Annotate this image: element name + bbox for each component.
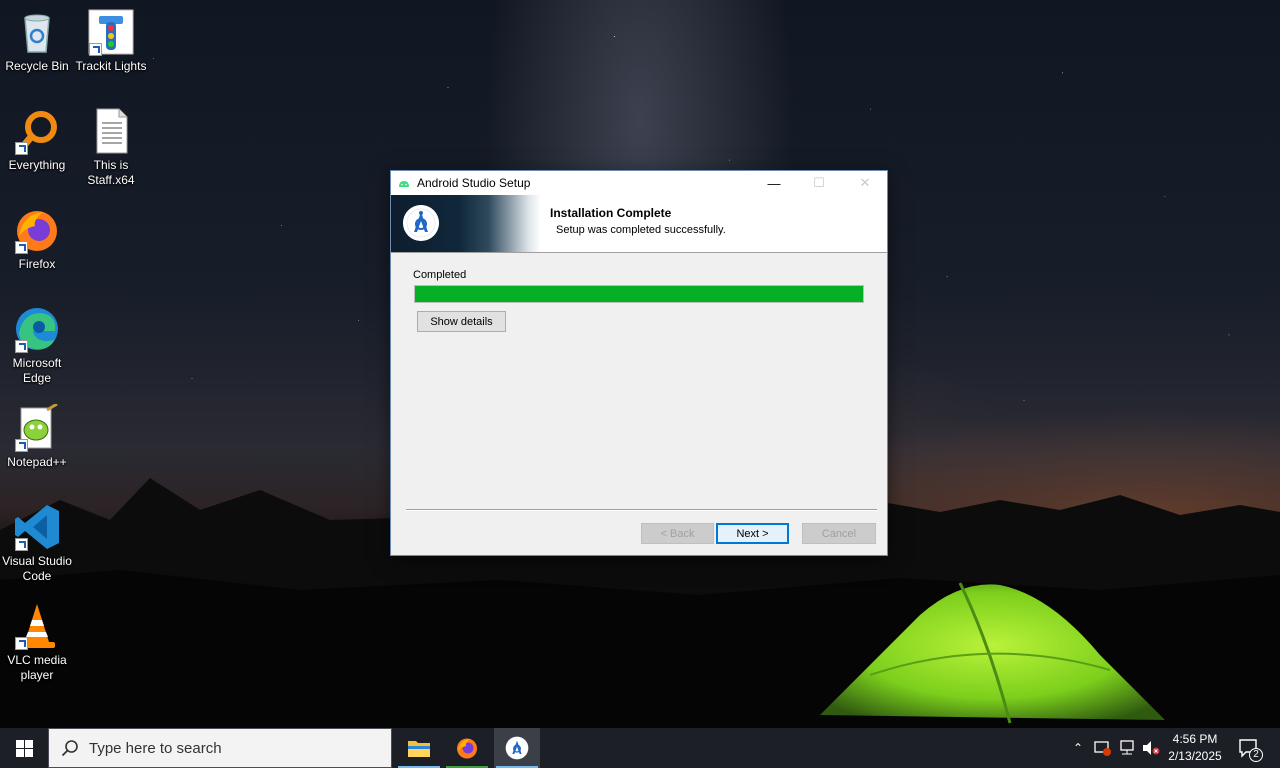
network-icon	[1120, 740, 1134, 755]
notification-count-badge: 2	[1249, 748, 1263, 762]
speaker-muted-icon	[1143, 741, 1160, 755]
desktop-icon-vlc[interactable]: VLC media player	[1, 602, 73, 683]
android-studio-icon	[505, 736, 529, 760]
desktop-icon-label: VLC media player	[7, 653, 67, 682]
close-button: ✕	[842, 171, 888, 195]
taskbar-firefox[interactable]	[444, 728, 490, 768]
install-progress-bar	[414, 285, 864, 303]
desktop-icon-recycle-bin[interactable]: Recycle Bin	[1, 8, 73, 74]
clock-date: 2/13/2025	[1168, 749, 1222, 763]
search-placeholder: Type here to search	[89, 739, 222, 757]
desktop-icon-label: Microsoft Edge	[12, 356, 62, 385]
taskbar-file-explorer[interactable]	[396, 728, 442, 768]
vlc-cone-icon	[13, 602, 61, 650]
security-alert-icon	[1094, 741, 1111, 756]
desktop-icon-firefox[interactable]: Firefox	[1, 206, 73, 272]
minimize-button[interactable]: —	[751, 171, 797, 195]
firefox-icon	[13, 206, 61, 254]
search-icon	[61, 740, 78, 757]
desktop-icon-label: Recycle Bin	[5, 59, 69, 73]
edge-icon	[13, 305, 61, 353]
desktop-icon-edge[interactable]: Microsoft Edge	[1, 305, 73, 386]
taskbar-android-studio-setup[interactable]	[494, 728, 540, 768]
traffic-light-icon	[87, 8, 135, 56]
action-center-button[interactable]: 2	[1232, 728, 1266, 768]
header-subtitle: Setup was completed successfully.	[556, 224, 726, 236]
start-button[interactable]	[0, 728, 48, 768]
android-studio-small-icon	[399, 181, 409, 187]
magnifier-icon	[13, 107, 61, 155]
desktop-wallpaper: Recycle Bin Trackit Lights Everything Th…	[0, 0, 1280, 728]
wizard-header: Installation Complete Setup was complete…	[391, 195, 887, 253]
button-divider	[406, 509, 877, 511]
next-button[interactable]: Next >	[716, 523, 789, 544]
desktop-icon-everything[interactable]: Everything	[1, 107, 73, 173]
windows-logo-icon	[15, 739, 33, 757]
wizard-body: Completed Show details < Back Next > Can…	[391, 253, 887, 555]
desktop-icon-label: Trackit Lights	[75, 59, 147, 73]
taskbar-search-box[interactable]: Type here to search	[48, 728, 392, 768]
folder-icon	[408, 741, 430, 757]
tray-volume[interactable]	[1140, 728, 1162, 768]
desktop-icon-notepad-plus-plus[interactable]: Notepad++	[1, 402, 73, 470]
glowing-tent	[820, 582, 1165, 724]
close-icon: ✕	[859, 175, 871, 190]
chevron-up-icon: ⌃	[1072, 741, 1084, 755]
notepad-plus-plus-icon	[13, 402, 61, 452]
desktop-icon-label: Visual Studio Code	[2, 554, 72, 583]
window-title: Android Studio Setup	[417, 176, 531, 190]
desktop-icon-label: This is Staff.x64	[87, 158, 135, 187]
desktop-icon-staff-file[interactable]: This is Staff.x64	[75, 107, 147, 188]
text-file-icon	[87, 107, 135, 155]
status-label: Completed	[413, 269, 467, 281]
taskbar-clock[interactable]: 4:56 PM 2/13/2025	[1160, 731, 1230, 765]
header-title: Installation Complete	[550, 206, 672, 220]
firefox-icon	[457, 738, 477, 759]
desktop-icon-label: Firefox	[18, 257, 56, 271]
show-details-button[interactable]: Show details	[417, 311, 506, 332]
maximize-icon: ☐	[813, 175, 825, 190]
maximize-button: ☐	[796, 171, 842, 195]
desktop-icon-vscode[interactable]: Visual Studio Code	[1, 503, 73, 584]
recycle-bin-icon	[13, 8, 61, 56]
cancel-button: Cancel	[802, 523, 876, 544]
taskbar: Type here to search ⌃ 4:56 PM 2/13/2025 …	[0, 728, 1280, 768]
show-hidden-icons-button[interactable]: ⌃	[1068, 728, 1088, 768]
clock-time: 4:56 PM	[1172, 732, 1218, 746]
android-studio-logo-icon	[403, 205, 439, 241]
progress-fill	[415, 286, 863, 302]
tray-network[interactable]	[1116, 728, 1138, 768]
desktop-icon-trackit-lights[interactable]: Trackit Lights	[75, 8, 147, 74]
setup-dialog: Android Studio Setup — ☐ ✕ Installation …	[390, 170, 888, 556]
tray-security-status[interactable]	[1092, 728, 1114, 768]
desktop-icon-label: Notepad++	[7, 455, 67, 469]
title-bar[interactable]: Android Studio Setup — ☐ ✕	[391, 171, 887, 195]
minimize-icon: —	[767, 175, 781, 191]
back-button: < Back	[641, 523, 714, 544]
desktop-icon-label: Everything	[8, 158, 66, 172]
vscode-icon	[13, 503, 61, 551]
